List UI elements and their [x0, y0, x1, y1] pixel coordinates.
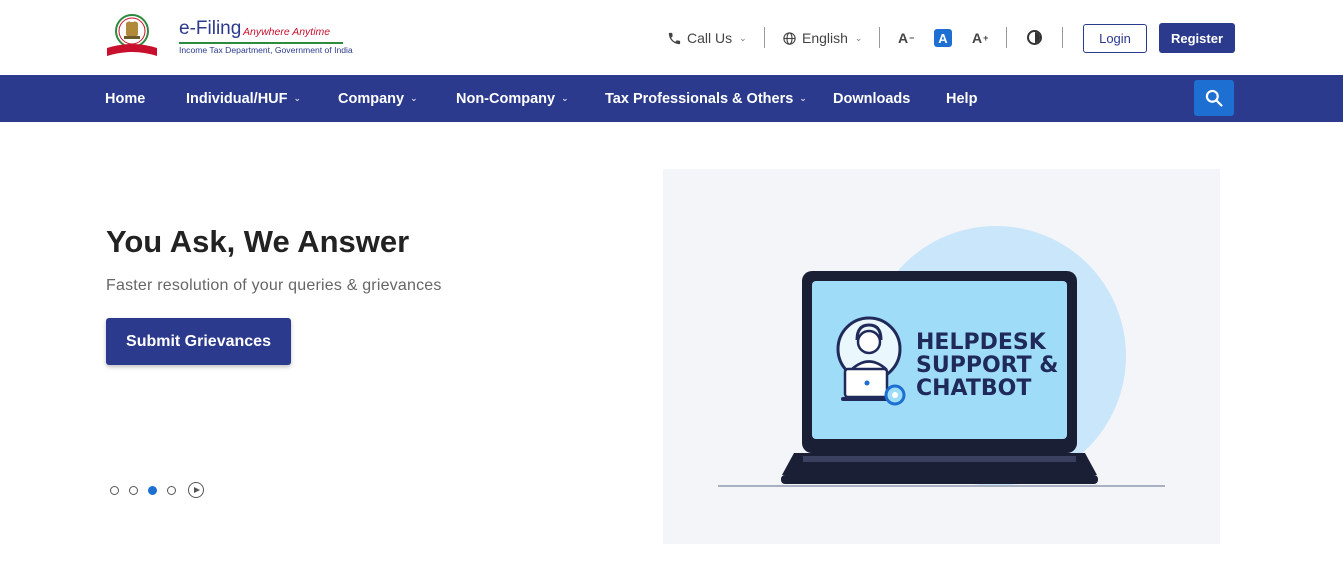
nav-downloads[interactable]: Downloads: [833, 75, 910, 122]
decrease-font-button[interactable]: A −: [898, 27, 914, 49]
divider: [879, 27, 880, 48]
illustration-line-3: CHATBOT: [916, 376, 1031, 401]
carousel-dot-1[interactable]: [110, 485, 119, 495]
nav-tax-professionals[interactable]: Tax Professionals & Others ⌄: [605, 75, 807, 122]
nav-individual-huf[interactable]: Individual/HUF ⌄: [186, 75, 301, 122]
nav-individual-huf-label: Individual/HUF: [186, 90, 288, 107]
nav-home[interactable]: Home: [105, 75, 145, 122]
illustration-line-1: HELPDESK: [916, 330, 1047, 355]
emblem-icon: [107, 14, 157, 56]
chevron-down-icon: ⌄: [739, 32, 747, 43]
phone-icon: [668, 32, 681, 44]
chevron-down-icon: ⌄: [293, 93, 302, 103]
nav-company[interactable]: Company ⌄: [338, 75, 418, 122]
hero-title: You Ask, We Answer: [106, 224, 410, 259]
nav-help[interactable]: Help: [946, 75, 977, 122]
globe-icon: [783, 31, 796, 45]
language-dropdown[interactable]: English ⌄: [782, 22, 862, 54]
logo-title: e-Filing: [179, 18, 242, 39]
register-button[interactable]: Register: [1159, 23, 1235, 53]
increase-font-button[interactable]: A +: [972, 27, 988, 49]
chevron-down-icon: ⌄: [799, 93, 807, 103]
chevron-down-icon: ⌄: [561, 93, 569, 103]
logo-divider: [179, 42, 343, 44]
nav-downloads-label: Downloads: [833, 90, 911, 107]
call-us-label: Call Us: [687, 30, 733, 46]
search-icon: [1205, 89, 1223, 107]
efiling-logo[interactable]: e-Filing Anywhere Anytime Income Tax Dep…: [105, 12, 353, 60]
nav-home-label: Home: [105, 90, 146, 107]
submit-grievances-button[interactable]: Submit Grievances: [106, 318, 291, 365]
chevron-down-icon: ⌄: [854, 32, 863, 43]
hero-subtitle: Faster resolution of your queries & grie…: [106, 277, 442, 294]
play-icon[interactable]: [188, 482, 204, 498]
nav-company-label: Company: [338, 90, 405, 107]
search-button[interactable]: [1194, 80, 1234, 116]
contrast-icon[interactable]: [1027, 30, 1042, 45]
carousel-dot-4[interactable]: [167, 485, 176, 495]
nav-non-company[interactable]: Non-Company ⌄: [456, 75, 569, 122]
normal-font-button[interactable]: A: [934, 29, 952, 47]
top-header: e-Filing Anywhere Anytime Income Tax Dep…: [0, 0, 1343, 75]
carousel-dot-3[interactable]: [148, 485, 157, 495]
main-nav: Home Individual/HUF ⌄ Company ⌄ Non-Comp…: [0, 75, 1343, 122]
divider: [1006, 27, 1007, 48]
carousel-indicators: [110, 482, 204, 498]
chevron-down-icon: ⌄: [410, 93, 418, 103]
nav-non-company-label: Non-Company: [456, 90, 556, 107]
logo-subtitle: Income Tax Department, Government of Ind…: [179, 45, 353, 55]
decrease-font-label: A: [898, 30, 909, 46]
call-us-dropdown[interactable]: Call Us ⌄: [667, 22, 747, 54]
login-button[interactable]: Login: [1083, 24, 1147, 53]
nav-help-label: Help: [946, 90, 978, 107]
logo-tagline: Anywhere Anytime: [243, 26, 331, 38]
laptop-illustration: HELPDESK SUPPORT & CHATBOT: [718, 226, 1165, 487]
divider: [764, 27, 765, 48]
helpdesk-illustration: HELPDESK SUPPORT & CHATBOT: [663, 169, 1220, 544]
carousel-dot-2[interactable]: [129, 485, 138, 495]
language-label: English: [802, 30, 848, 46]
divider: [1062, 27, 1063, 48]
normal-font-label: A: [938, 30, 948, 46]
increase-font-label: A: [972, 30, 983, 46]
illustration-line-2: SUPPORT &: [916, 353, 1058, 378]
nav-tax-professionals-label: Tax Professionals & Others: [605, 90, 794, 107]
agent-icon: [836, 316, 906, 406]
